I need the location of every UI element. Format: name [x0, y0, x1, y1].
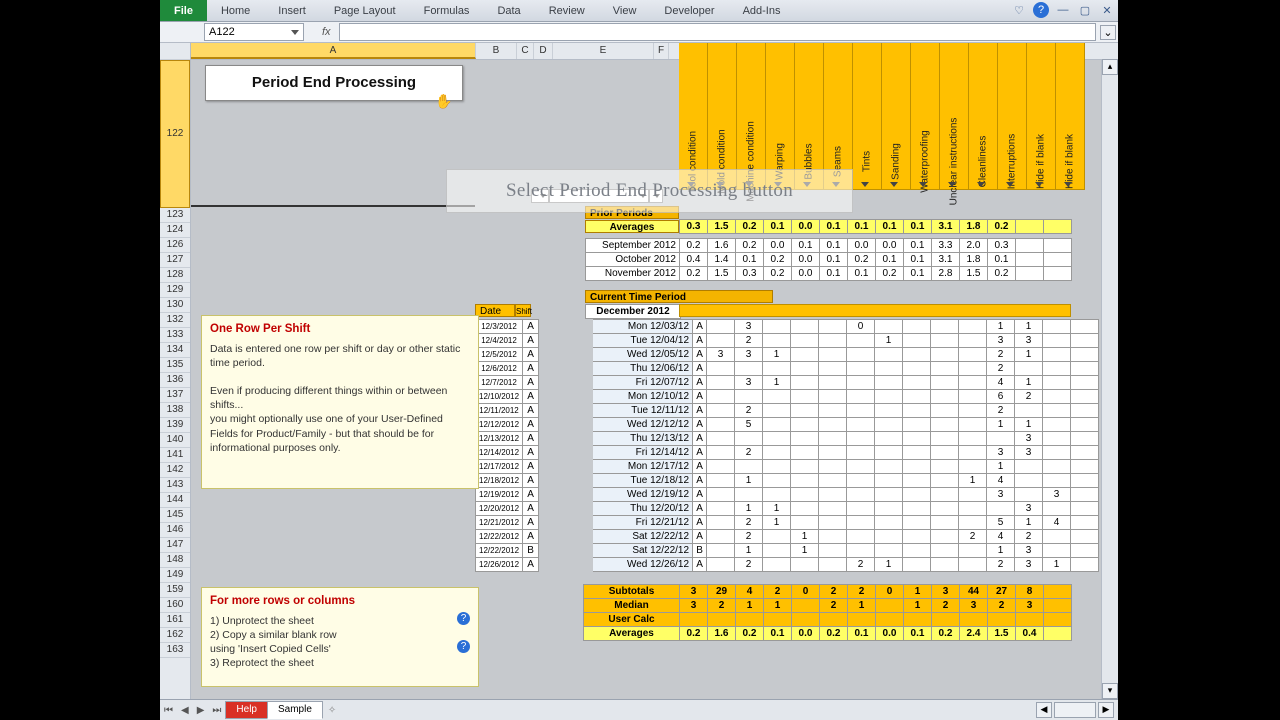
expand-formula-icon[interactable]: ⌄	[1100, 25, 1116, 40]
summary-table: Subtotals3294202201344278Median321121123…	[583, 584, 1072, 641]
averages-row: 0.31.50.20.10.00.10.10.10.13.11.80.2	[679, 219, 1072, 234]
category-header[interactable]: Tool condition	[679, 43, 708, 190]
period-end-processing-button[interactable]: Period End Processing	[205, 65, 463, 101]
table-row[interactable]: 12/26/2012AWed 12/26/12A221231	[476, 558, 1099, 572]
table-row[interactable]: 12/22/2012BSat 12/22/12B1113	[476, 544, 1099, 558]
category-header[interactable]: Interruptions	[998, 43, 1027, 190]
first-sheet-icon[interactable]: ⏮	[160, 705, 177, 716]
new-sheet-icon[interactable]: ✧	[322, 705, 342, 716]
category-header[interactable]: Waterproofing	[911, 43, 940, 190]
category-header[interactable]: Machine condition	[737, 43, 766, 190]
prior-periods-table: September 20120.21.60.20.00.10.10.00.00.…	[585, 238, 1072, 281]
table-row[interactable]: 12/10/2012AMon 12/10/12A62	[476, 390, 1099, 404]
prev-sheet-icon[interactable]: ◀	[177, 705, 193, 716]
table-row[interactable]: 12/7/2012AFri 12/07/12A3141	[476, 376, 1099, 390]
horizontal-scrollbar[interactable]: ◀▶	[342, 702, 1118, 718]
table-row[interactable]: 12/4/2012ATue 12/04/12A2133	[476, 334, 1099, 348]
tab-developer[interactable]: Developer	[650, 0, 728, 21]
help-icon[interactable]: ?	[457, 612, 470, 625]
category-header[interactable]: Warping	[766, 43, 795, 190]
table-row[interactable]: 12/17/2012AMon 12/17/12A1	[476, 460, 1099, 474]
tab-file[interactable]: File	[160, 0, 207, 21]
table-row[interactable]: 12/6/2012AThu 12/06/12A2	[476, 362, 1099, 376]
scroll-down-icon[interactable]: ▾	[1102, 683, 1118, 699]
category-header[interactable]: Sanding	[882, 43, 911, 190]
tab-review[interactable]: Review	[535, 0, 599, 21]
minimize-icon[interactable]: —	[1055, 2, 1071, 18]
tab-formulas[interactable]: Formulas	[410, 0, 484, 21]
table-row[interactable]: 12/3/2012AMon 12/03/12A3011	[476, 320, 1099, 334]
sheet-tabs: ⏮ ◀ ▶ ⏭ Help Sample ✧ ◀▶	[160, 699, 1118, 720]
chevron-down-icon[interactable]	[291, 30, 299, 35]
category-header[interactable]: Unclear instructions	[940, 43, 969, 190]
tab-home[interactable]: Home	[207, 0, 264, 21]
table-row[interactable]: 12/14/2012AFri 12/14/12A233	[476, 446, 1099, 460]
ribbon: File Home Insert Page Layout Formulas Da…	[160, 0, 1118, 22]
category-header[interactable]: Hide if blank	[1027, 43, 1056, 190]
month-cell[interactable]: December 2012	[585, 304, 681, 319]
instruction-tooltip: Select Period End Processing button	[446, 169, 853, 213]
close-icon[interactable]: ✕	[1099, 2, 1115, 18]
row-headers[interactable]: 122 123124126127128129130132133134135136…	[160, 43, 191, 699]
sheet-sample[interactable]: Sample	[267, 701, 323, 719]
category-header[interactable]: Mold condition	[708, 43, 737, 190]
help-icon[interactable]: ?	[457, 640, 470, 653]
heart-icon[interactable]: ♡	[1011, 2, 1027, 18]
vertical-scrollbar[interactable]: ▴ ▾	[1101, 59, 1118, 699]
category-headers: Tool conditionMold conditionMachine cond…	[679, 43, 1085, 189]
pointer-icon: ✋	[435, 93, 452, 110]
averages-label: Averages	[585, 220, 679, 233]
category-header[interactable]: Tints	[853, 43, 882, 190]
category-header[interactable]: Hide if blank	[1056, 43, 1085, 190]
help-more-rows: For more rows or columns 1) Unprotect th…	[201, 587, 479, 687]
table-row[interactable]: 12/5/2012AWed 12/05/12A33121	[476, 348, 1099, 362]
tab-insert[interactable]: Insert	[264, 0, 320, 21]
fx-icon[interactable]: fx	[322, 26, 331, 38]
tab-view[interactable]: View	[599, 0, 651, 21]
help-one-row: One Row Per Shift Data is entered one ro…	[201, 315, 479, 489]
help-icon[interactable]: ?	[1033, 2, 1049, 18]
month-bar	[679, 304, 1071, 317]
shift-header: Shift	[515, 304, 531, 317]
next-sheet-icon[interactable]: ▶	[193, 705, 209, 716]
table-row[interactable]: 12/21/2012AFri 12/21/12A21514	[476, 516, 1099, 530]
table-row[interactable]: 12/12/2012AWed 12/12/12A511	[476, 418, 1099, 432]
category-header[interactable]: Seams	[824, 43, 853, 190]
date-header: Date	[475, 304, 515, 317]
data-table[interactable]: 12/3/2012AMon 12/03/12A301112/4/2012ATue…	[475, 319, 1099, 572]
tab-data[interactable]: Data	[483, 0, 534, 21]
table-row[interactable]: 12/22/2012ASat 12/22/12A21242	[476, 530, 1099, 544]
sheet-help[interactable]: Help	[225, 701, 268, 719]
table-row[interactable]: 12/20/2012AThu 12/20/12A113	[476, 502, 1099, 516]
tab-addins[interactable]: Add-Ins	[729, 0, 795, 21]
worksheet[interactable]: ABCDEF GHIJKLMNOPQRST Period End Process…	[191, 43, 1118, 699]
restore-icon[interactable]: ▢	[1077, 2, 1093, 18]
scroll-up-icon[interactable]: ▴	[1102, 59, 1118, 75]
formula-input[interactable]	[339, 23, 1096, 41]
table-row[interactable]: 12/18/2012ATue 12/18/12A114	[476, 474, 1099, 488]
current-period-label: Current Time Period	[585, 290, 773, 303]
category-header[interactable]: Cleanliness	[969, 43, 998, 190]
formula-bar: A122 fx ⌄	[160, 22, 1118, 43]
tab-pagelayout[interactable]: Page Layout	[320, 0, 410, 21]
table-row[interactable]: 12/13/2012AThu 12/13/12A3	[476, 432, 1099, 446]
row-122[interactable]: 122	[160, 60, 190, 208]
table-row[interactable]: 12/19/2012AWed 12/19/12A33	[476, 488, 1099, 502]
name-box[interactable]: A122	[204, 23, 304, 41]
last-sheet-icon[interactable]: ⏭	[208, 705, 225, 716]
category-header[interactable]: Bubbles	[795, 43, 824, 190]
table-row[interactable]: 12/11/2012ATue 12/11/12A22	[476, 404, 1099, 418]
